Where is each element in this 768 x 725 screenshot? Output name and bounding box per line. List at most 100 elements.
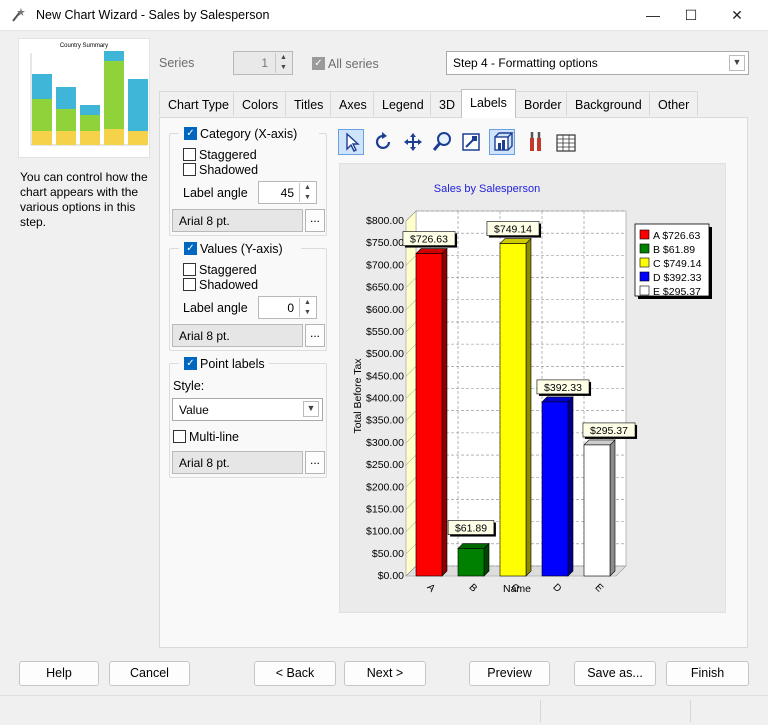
values-shadowed-checkbox[interactable] [183,278,196,291]
move-icon[interactable] [400,129,426,155]
values-checkbox[interactable]: ✓ [184,242,197,255]
legend-entry: D $392.33 [653,272,702,284]
spin-down-icon[interactable]: ▼ [300,193,315,203]
values-angle-spinner[interactable]: 0 ▲ ▼ [258,296,317,319]
values-shadowed-label: Shadowed [199,278,259,292]
chevron-down-icon: ▼ [729,55,745,71]
point-labels-font-field: Arial 8 pt. [172,451,303,474]
category-font-button[interactable]: ... [305,209,325,232]
cancel-button[interactable]: Cancel [109,661,190,686]
step-select[interactable]: Step 4 - Formatting options ▼ [446,51,749,75]
tab-axes[interactable]: Axes [330,91,376,116]
x-tick-label: D [550,582,563,595]
y-tick-label: $800.00 [366,215,404,227]
tab-border[interactable]: Border [515,91,571,116]
x-tick-label: A [425,582,438,595]
legend-swatch [639,229,650,240]
legend-swatch [639,243,650,254]
legend-entry: B $61.89 [653,244,695,256]
x-tick-label: E [593,582,606,595]
thumbnail-title: Country Summary [60,43,108,49]
category-checkbox[interactable]: ✓ [184,127,197,140]
series-label: Series [159,56,195,70]
y-tick-label: $500.00 [366,348,404,360]
multiline-checkbox[interactable] [173,430,186,443]
tools-icon[interactable] [523,129,549,155]
spin-down-icon[interactable]: ▼ [276,63,291,73]
x-tick-label: B [467,582,480,595]
chart-thumbnail: Country Summary [18,38,150,158]
bar-side [441,247,448,577]
bar-top [415,248,448,254]
y-tick-label: $150.00 [366,503,404,515]
zoom-icon[interactable] [429,129,455,155]
category-angle-spinner[interactable]: 45 ▲ ▼ [258,181,317,204]
y-tick-label: $100.00 [366,526,404,538]
bar-side [567,396,574,577]
category-label: Category (X-axis) [200,127,298,141]
bar-top [541,396,574,403]
y-tick-label: $50.00 [372,548,404,560]
tab-chart-type[interactable]: Chart Type [159,91,238,116]
all-series-checkbox[interactable]: ✓ [312,57,325,70]
y-tick-label: $400.00 [366,393,404,405]
bar [415,253,443,577]
tab-legend[interactable]: Legend [373,91,433,116]
finish-button[interactable]: Finish [666,661,749,686]
tab-background[interactable]: Background [566,91,651,116]
spin-up-icon[interactable]: ▲ [300,298,315,308]
legend-entry: C $749.14 [653,258,702,270]
category-staggered-label: Staggered [199,148,257,162]
category-font-field: Arial 8 pt. [172,209,303,232]
bar-side [525,237,532,577]
spin-up-icon[interactable]: ▲ [276,53,291,63]
chart-title: Sales by Salesperson [434,183,540,195]
style-select[interactable]: Value ▼ [172,398,323,421]
help-button[interactable]: Help [19,661,99,686]
tab-other[interactable]: Other [649,91,699,116]
tab-titles[interactable]: Titles [285,91,333,116]
bar-side [483,542,490,577]
style-label: Style: [173,379,205,393]
maximize-button[interactable]: ☐ [668,0,714,31]
tab-colors[interactable]: Colors [233,91,288,116]
save-as-button[interactable]: Save as... [574,661,656,686]
3d-toggle-icon[interactable] [489,129,515,155]
tab-labels[interactable]: Labels [461,89,516,118]
legend-entry: E $295.37 [653,286,701,298]
category-angle-label: Label angle [183,186,248,200]
point-labels-font-button[interactable]: ... [305,451,325,474]
tab-3d[interactable]: 3D [430,91,464,116]
close-button[interactable]: ✕ [714,0,760,31]
values-staggered-checkbox[interactable] [183,263,196,276]
status-bar [0,695,768,725]
point-labels-checkbox[interactable]: ✓ [184,357,197,370]
chart-preview: Sales by Salesperson Total Before Tax Na… [339,163,726,613]
values-font-button[interactable]: ... [305,324,325,347]
rotate-icon[interactable] [371,129,397,155]
legend-entry: A $726.63 [653,230,700,242]
category-staggered-checkbox[interactable] [183,148,196,161]
series-spinner[interactable]: 1 ▲ ▼ [233,51,293,75]
spin-down-icon[interactable]: ▼ [300,308,315,318]
bar [541,401,569,577]
bar-top [499,238,532,244]
data-grid-icon[interactable] [553,129,579,155]
category-shadowed-label: Shadowed [199,163,259,177]
help-text: You can control how the chart appears wi… [20,170,148,229]
bar [583,444,611,577]
y-tick-label: $450.00 [366,370,404,382]
next-button[interactable]: Next > [344,661,426,686]
preview-button[interactable]: Preview [469,661,550,686]
spin-up-icon[interactable]: ▲ [300,183,315,193]
category-shadowed-checkbox[interactable] [183,163,196,176]
y-tick-label: $700.00 [366,259,404,271]
y-tick-label: $200.00 [366,481,404,493]
back-button[interactable]: < Back [254,661,336,686]
bar [499,243,527,577]
chart-edit-icon[interactable] [458,129,484,155]
pointer-icon[interactable] [338,129,364,155]
all-series-label: All series [328,57,379,71]
wizard-wand-icon [12,8,25,22]
series-spin-buttons[interactable]: ▲ ▼ [275,53,291,73]
